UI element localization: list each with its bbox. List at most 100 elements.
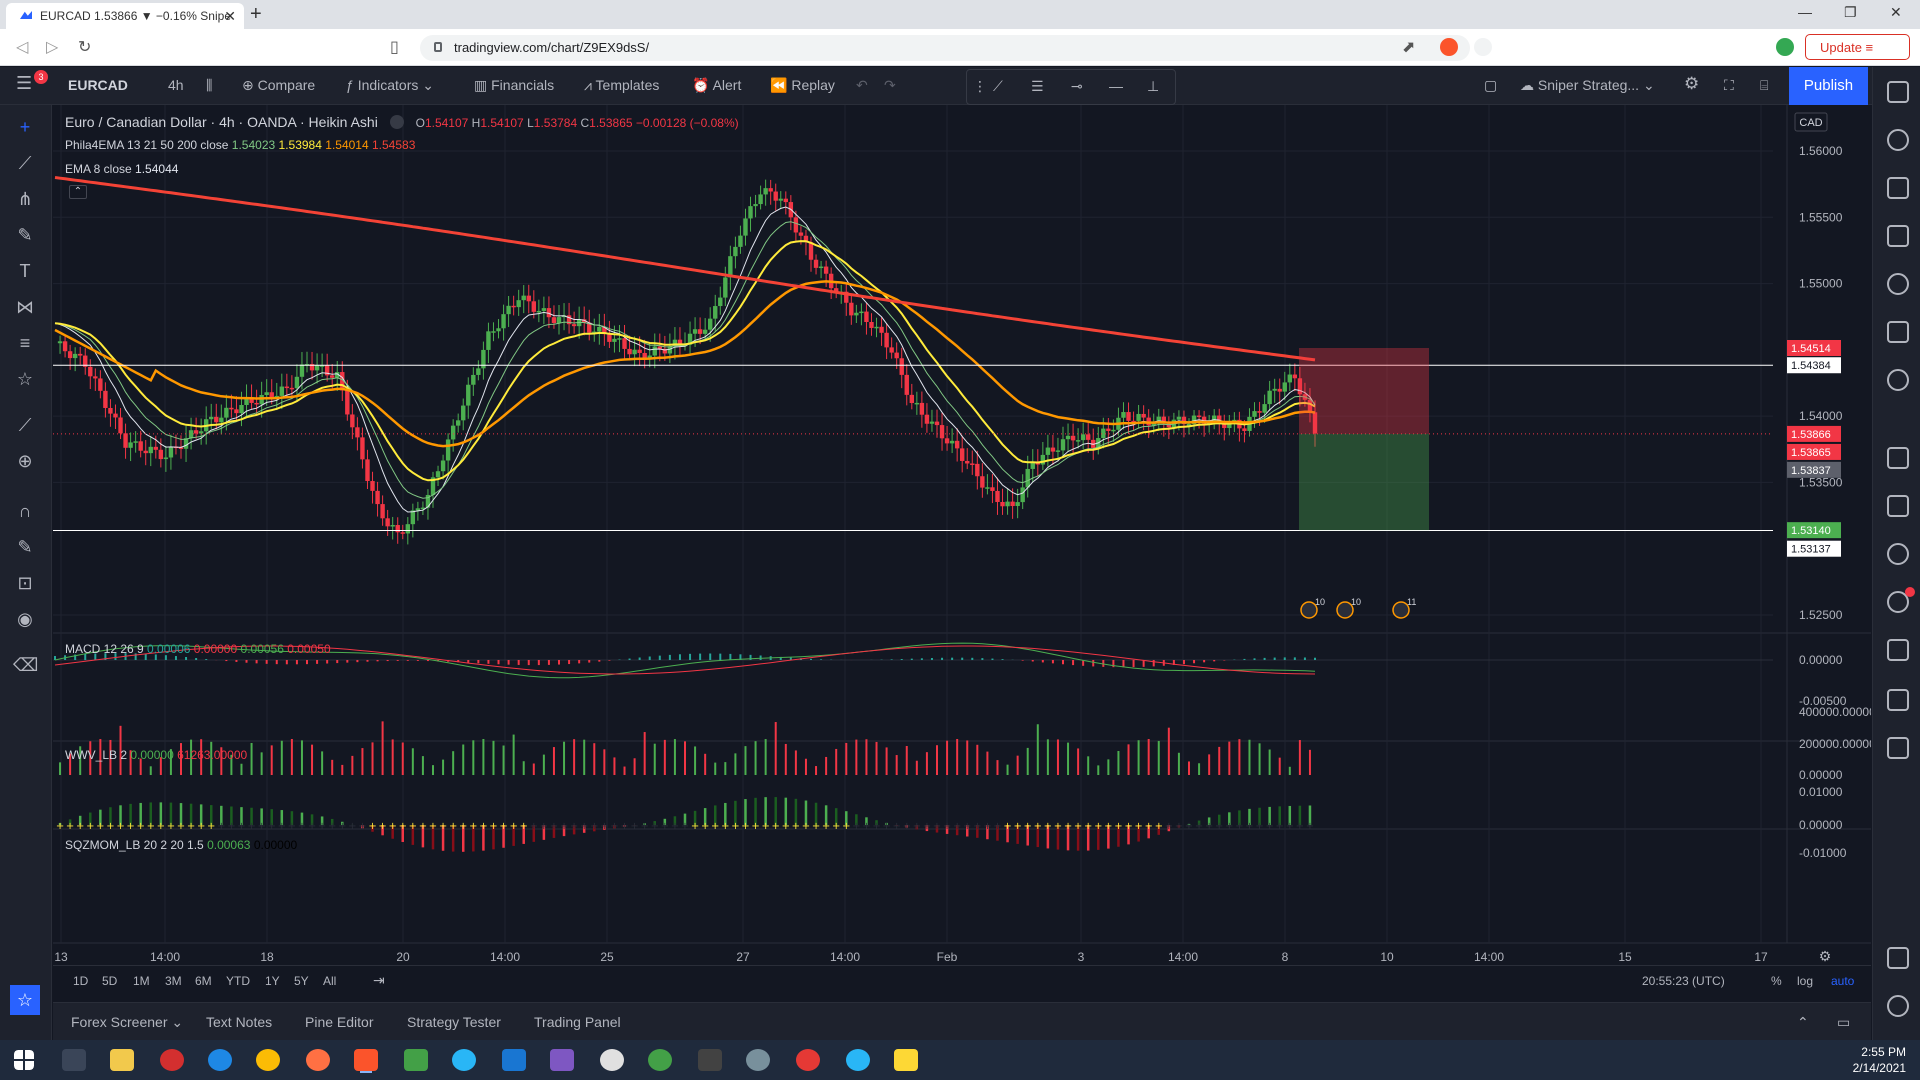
ideas-icon[interactable] — [1887, 321, 1909, 343]
chart-area[interactable]: 13 14:00 18 20 14:00 25 27 14:00 Feb 3 14:00 8 10 14:… — [53, 105, 1871, 965]
indicators-button[interactable]: ƒ Indicators ⌄ — [346, 77, 434, 94]
horizontal-line-icon[interactable]: — — [1109, 78, 1123, 94]
hotlists-icon[interactable] — [1887, 225, 1909, 247]
series-menu-icon[interactable] — [389, 115, 404, 129]
settings-app-icon[interactable] — [600, 1049, 624, 1071]
brush-icon[interactable]: ✎ — [13, 223, 37, 247]
new-tab-icon[interactable]: + — [250, 3, 262, 26]
ema8-legend[interactable]: EMA 8 close 1.54044 — [65, 162, 178, 176]
auto-toggle[interactable]: auto — [1831, 974, 1854, 988]
opera-icon[interactable] — [160, 1049, 184, 1071]
text-icon[interactable]: T — [13, 259, 37, 283]
magnet-icon[interactable]: ∩ — [13, 499, 37, 523]
range-ytd[interactable]: YTD — [226, 974, 250, 988]
brave-shield-icon[interactable] — [1440, 38, 1458, 56]
telegram-icon[interactable] — [846, 1049, 870, 1071]
eye-icon[interactable]: ◉ — [13, 607, 37, 631]
trendline-icon[interactable]: ⟋ — [993, 78, 1003, 95]
vscode-icon[interactable] — [502, 1049, 526, 1071]
sticky-notes-icon[interactable] — [894, 1049, 918, 1071]
replay-button[interactable]: ⏪ Replay — [770, 77, 835, 94]
ema4-legend[interactable]: Phila4EMA 13 21 50 200 close 1.54023 1.5… — [65, 138, 415, 152]
extension-icon[interactable] — [1776, 38, 1794, 56]
update-button[interactable]: Update ≡ — [1805, 34, 1910, 60]
utc-clock[interactable]: 20:55:23 (UTC) — [1642, 974, 1725, 988]
percent-toggle[interactable]: % — [1771, 974, 1782, 988]
tab-strategy-tester[interactable]: Strategy Tester — [407, 1014, 501, 1030]
chart-type-icon[interactable]: ⫼ — [206, 77, 212, 94]
range-1m[interactable]: 1M — [133, 974, 150, 988]
brave-rewards-icon[interactable] — [1474, 38, 1492, 56]
range-3m[interactable]: 3M — [165, 974, 182, 988]
trash-icon[interactable]: ⌫ — [13, 653, 38, 677]
stop-loss-zone[interactable] — [1299, 348, 1429, 434]
expand-panel-icon[interactable]: ⌃ — [1797, 1014, 1809, 1031]
r-icon[interactable] — [746, 1049, 770, 1071]
tab-pine-editor[interactable]: Pine Editor — [305, 1014, 373, 1030]
fullscreen-icon[interactable]: ⛶ — [1724, 77, 1734, 94]
sqzmom-legend[interactable]: SQZMOM_LB 20 2 20 1.5 0.00063 0.00000 — [65, 838, 297, 852]
minimize-icon[interactable]: — — [1798, 4, 1812, 20]
reload-icon[interactable]: ↻ — [78, 37, 91, 57]
chats-icon[interactable] — [1887, 447, 1909, 469]
chart-canvas[interactable]: 13 14:00 18 20 14:00 25 27 14:00 Feb 3 14:00 8 10 14:… — [53, 105, 1871, 965]
log-toggle[interactable]: log — [1797, 974, 1813, 988]
crosshair-icon[interactable]: + — [13, 115, 37, 139]
file-explorer-icon[interactable] — [110, 1049, 134, 1071]
lock-drawing-icon[interactable]: ✎ — [13, 535, 37, 559]
firefox-icon[interactable] — [306, 1049, 330, 1071]
spreadsheet-icon[interactable] — [404, 1049, 428, 1071]
range-5y[interactable]: 5Y — [294, 974, 309, 988]
wwv-legend[interactable]: WWV_LB 2 0.00000 61263.00000 — [65, 748, 247, 762]
app-icon[interactable] — [452, 1049, 476, 1071]
calendar-icon[interactable] — [1887, 273, 1909, 295]
edge-icon[interactable] — [208, 1049, 232, 1071]
brave-icon[interactable] — [354, 1049, 378, 1071]
symbol-search[interactable]: EURCAD — [68, 77, 128, 93]
menu-icon[interactable]: ☰ — [16, 73, 32, 94]
layout-select-icon[interactable]: ▢ — [1484, 77, 1497, 94]
forward-icon[interactable]: ▷ — [46, 37, 58, 57]
url-field[interactable]: tradingview.com/chart/Z9EX9dsS/ — [420, 35, 1470, 61]
sync-icon[interactable] — [648, 1049, 672, 1071]
maximize-panel-icon[interactable]: ▭ — [1837, 1014, 1850, 1031]
vertical-line-icon[interactable]: ⊥ — [1147, 78, 1159, 95]
prediction-icon[interactable]: ≡ — [13, 331, 37, 355]
visual-studio-icon[interactable] — [550, 1049, 574, 1071]
zoom-icon[interactable]: ⊕ — [13, 449, 37, 473]
macd-legend[interactable]: MACD 12 26 9 0.00006 0.00000 0.00056 0.0… — [65, 642, 331, 656]
anydesk-icon[interactable] — [796, 1049, 820, 1071]
close-window-icon[interactable]: ✕ — [1890, 4, 1902, 21]
drag-handle-icon[interactable]: ⋮ — [973, 78, 987, 95]
pitchfork-icon[interactable]: ⋔ — [13, 187, 37, 211]
bell-icon[interactable] — [1887, 639, 1909, 661]
ruler-icon[interactable]: ⟋ — [13, 413, 37, 437]
restore-icon[interactable]: ❐ — [1844, 4, 1857, 21]
open-external-icon[interactable]: ⬈ — [1402, 37, 1415, 57]
messages-icon[interactable] — [1887, 495, 1909, 517]
trend-icon[interactable] — [1887, 689, 1909, 711]
redo-icon[interactable]: ↷ — [884, 77, 896, 94]
pattern-icon[interactable]: ⋈ — [13, 295, 37, 319]
collapse-legend-icon[interactable]: ⌃ — [69, 185, 87, 199]
windows-start-icon[interactable] — [14, 1050, 34, 1070]
data-window-icon[interactable] — [1887, 177, 1909, 199]
tab-forex-screener[interactable]: Forex Screener ⌄ — [71, 1014, 183, 1031]
range-all[interactable]: All — [323, 974, 336, 988]
range-1y[interactable]: 1Y — [265, 974, 280, 988]
chrome-icon[interactable] — [256, 1049, 280, 1071]
goto-date-icon[interactable]: ⇥ — [373, 972, 385, 989]
help-icon[interactable] — [1887, 995, 1909, 1017]
lightbulb-icon[interactable] — [1887, 369, 1909, 391]
horizontal-ray-icon[interactable]: ⊸ — [1071, 78, 1083, 95]
tab-trading-panel[interactable]: Trading Panel — [534, 1014, 621, 1030]
dom-icon[interactable] — [1887, 737, 1909, 759]
system-clock[interactable]: 2:55 PM 2/14/2021 — [1853, 1044, 1906, 1076]
tab-text-notes[interactable]: Text Notes — [206, 1014, 272, 1030]
range-6m[interactable]: 6M — [195, 974, 212, 988]
favorites-star-icon[interactable]: ☆ — [10, 985, 40, 1015]
interval-button[interactable]: 4h — [168, 77, 184, 93]
publish-button[interactable]: Publish — [1789, 67, 1868, 105]
templates-button[interactable]: ⩘ Templates — [584, 77, 659, 94]
trend-line-icon[interactable]: ⟋ — [13, 151, 37, 175]
